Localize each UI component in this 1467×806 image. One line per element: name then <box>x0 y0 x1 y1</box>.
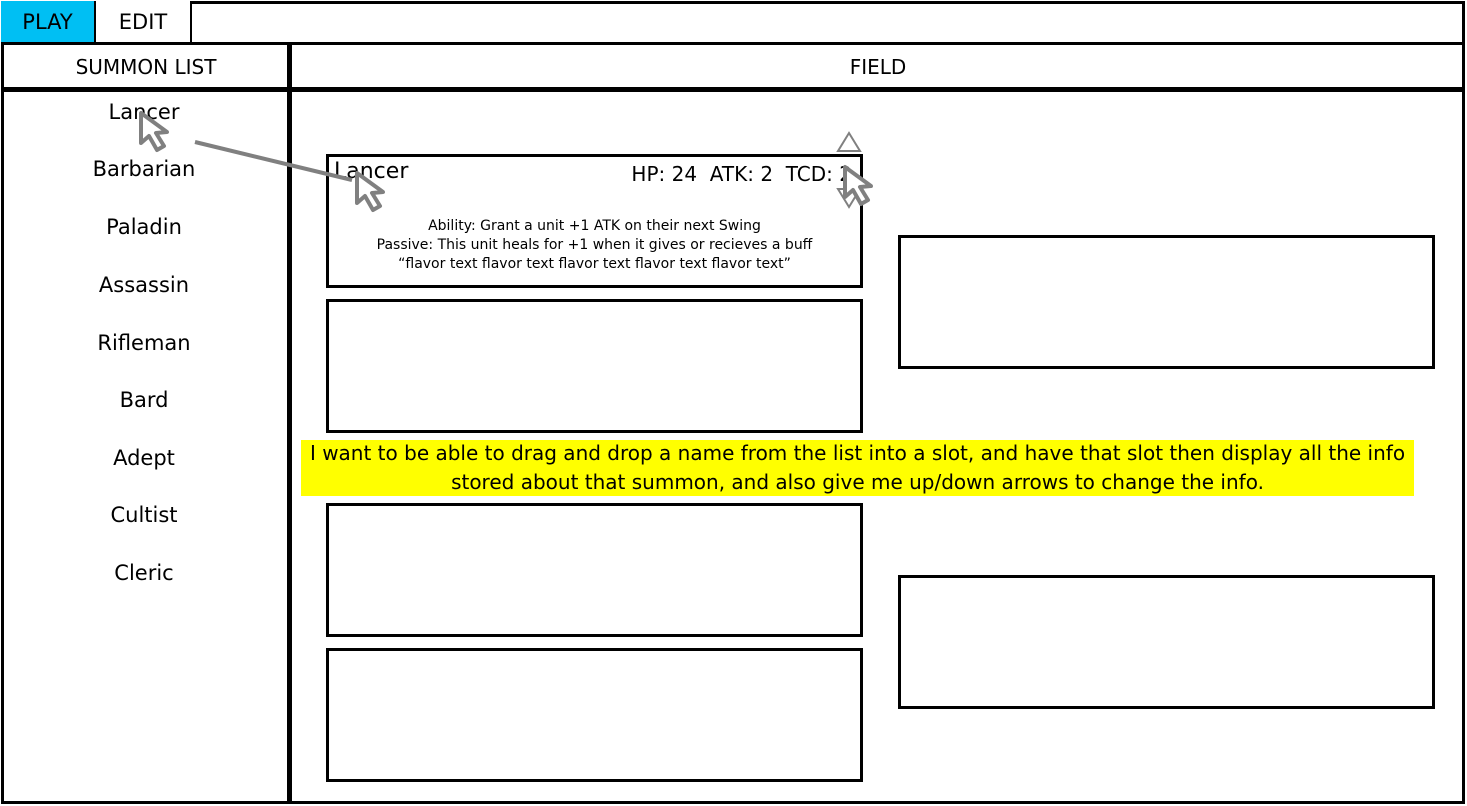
field-slot-empty[interactable] <box>326 503 863 637</box>
tab-bar: PLAY EDIT <box>1 1 1465 45</box>
summon-item-cleric[interactable]: Cleric <box>1 559 287 587</box>
field-slot-filled[interactable]: Lancer HP: 24 ATK: 2 TCD: 2 Ability: Gra… <box>326 154 863 288</box>
card-passive: Passive: This unit heals for +1 when it … <box>376 237 813 253</box>
field-slot-empty[interactable] <box>898 575 1435 709</box>
card-description: Ability: Grant a unit +1 ATK on their ne… <box>329 217 860 274</box>
summon-list-header: SUMMON LIST <box>75 55 217 79</box>
triangle-down-icon[interactable] <box>836 187 862 209</box>
annotation-note: I want to be able to drag and drop a nam… <box>301 440 1414 496</box>
summon-item-adept[interactable]: Adept <box>1 444 287 472</box>
card-stats: HP: 24 ATK: 2 TCD: 2 <box>631 162 852 186</box>
field-slot-empty[interactable] <box>898 235 1435 369</box>
summon-item-lancer[interactable]: Lancer <box>1 98 287 126</box>
summon-item-rifleman[interactable]: Rifleman <box>1 329 287 357</box>
panel-divider <box>287 44 292 804</box>
summon-item-paladin[interactable]: Paladin <box>1 213 287 241</box>
tab-edit[interactable]: EDIT <box>96 1 192 42</box>
header-divider <box>1 87 1465 92</box>
summon-item-bard[interactable]: Bard <box>1 386 287 414</box>
summon-item-cultist[interactable]: Cultist <box>1 501 287 529</box>
summon-item-barbarian[interactable]: Barbarian <box>1 155 287 183</box>
card-flavor: “flavor text flavor text flavor text fla… <box>398 256 791 272</box>
card-ability: Ability: Grant a unit +1 ATK on their ne… <box>428 218 761 234</box>
tab-play[interactable]: PLAY <box>1 1 96 42</box>
summon-item-assassin[interactable]: Assassin <box>1 271 287 299</box>
field-slot-empty[interactable] <box>326 648 863 782</box>
field-slot-empty[interactable] <box>326 299 863 433</box>
triangle-up-icon[interactable] <box>836 131 862 153</box>
annotation-note-text: I want to be able to drag and drop a nam… <box>309 441 1406 494</box>
field-header: FIELD <box>849 55 907 79</box>
card-name: Lancer <box>334 159 409 184</box>
